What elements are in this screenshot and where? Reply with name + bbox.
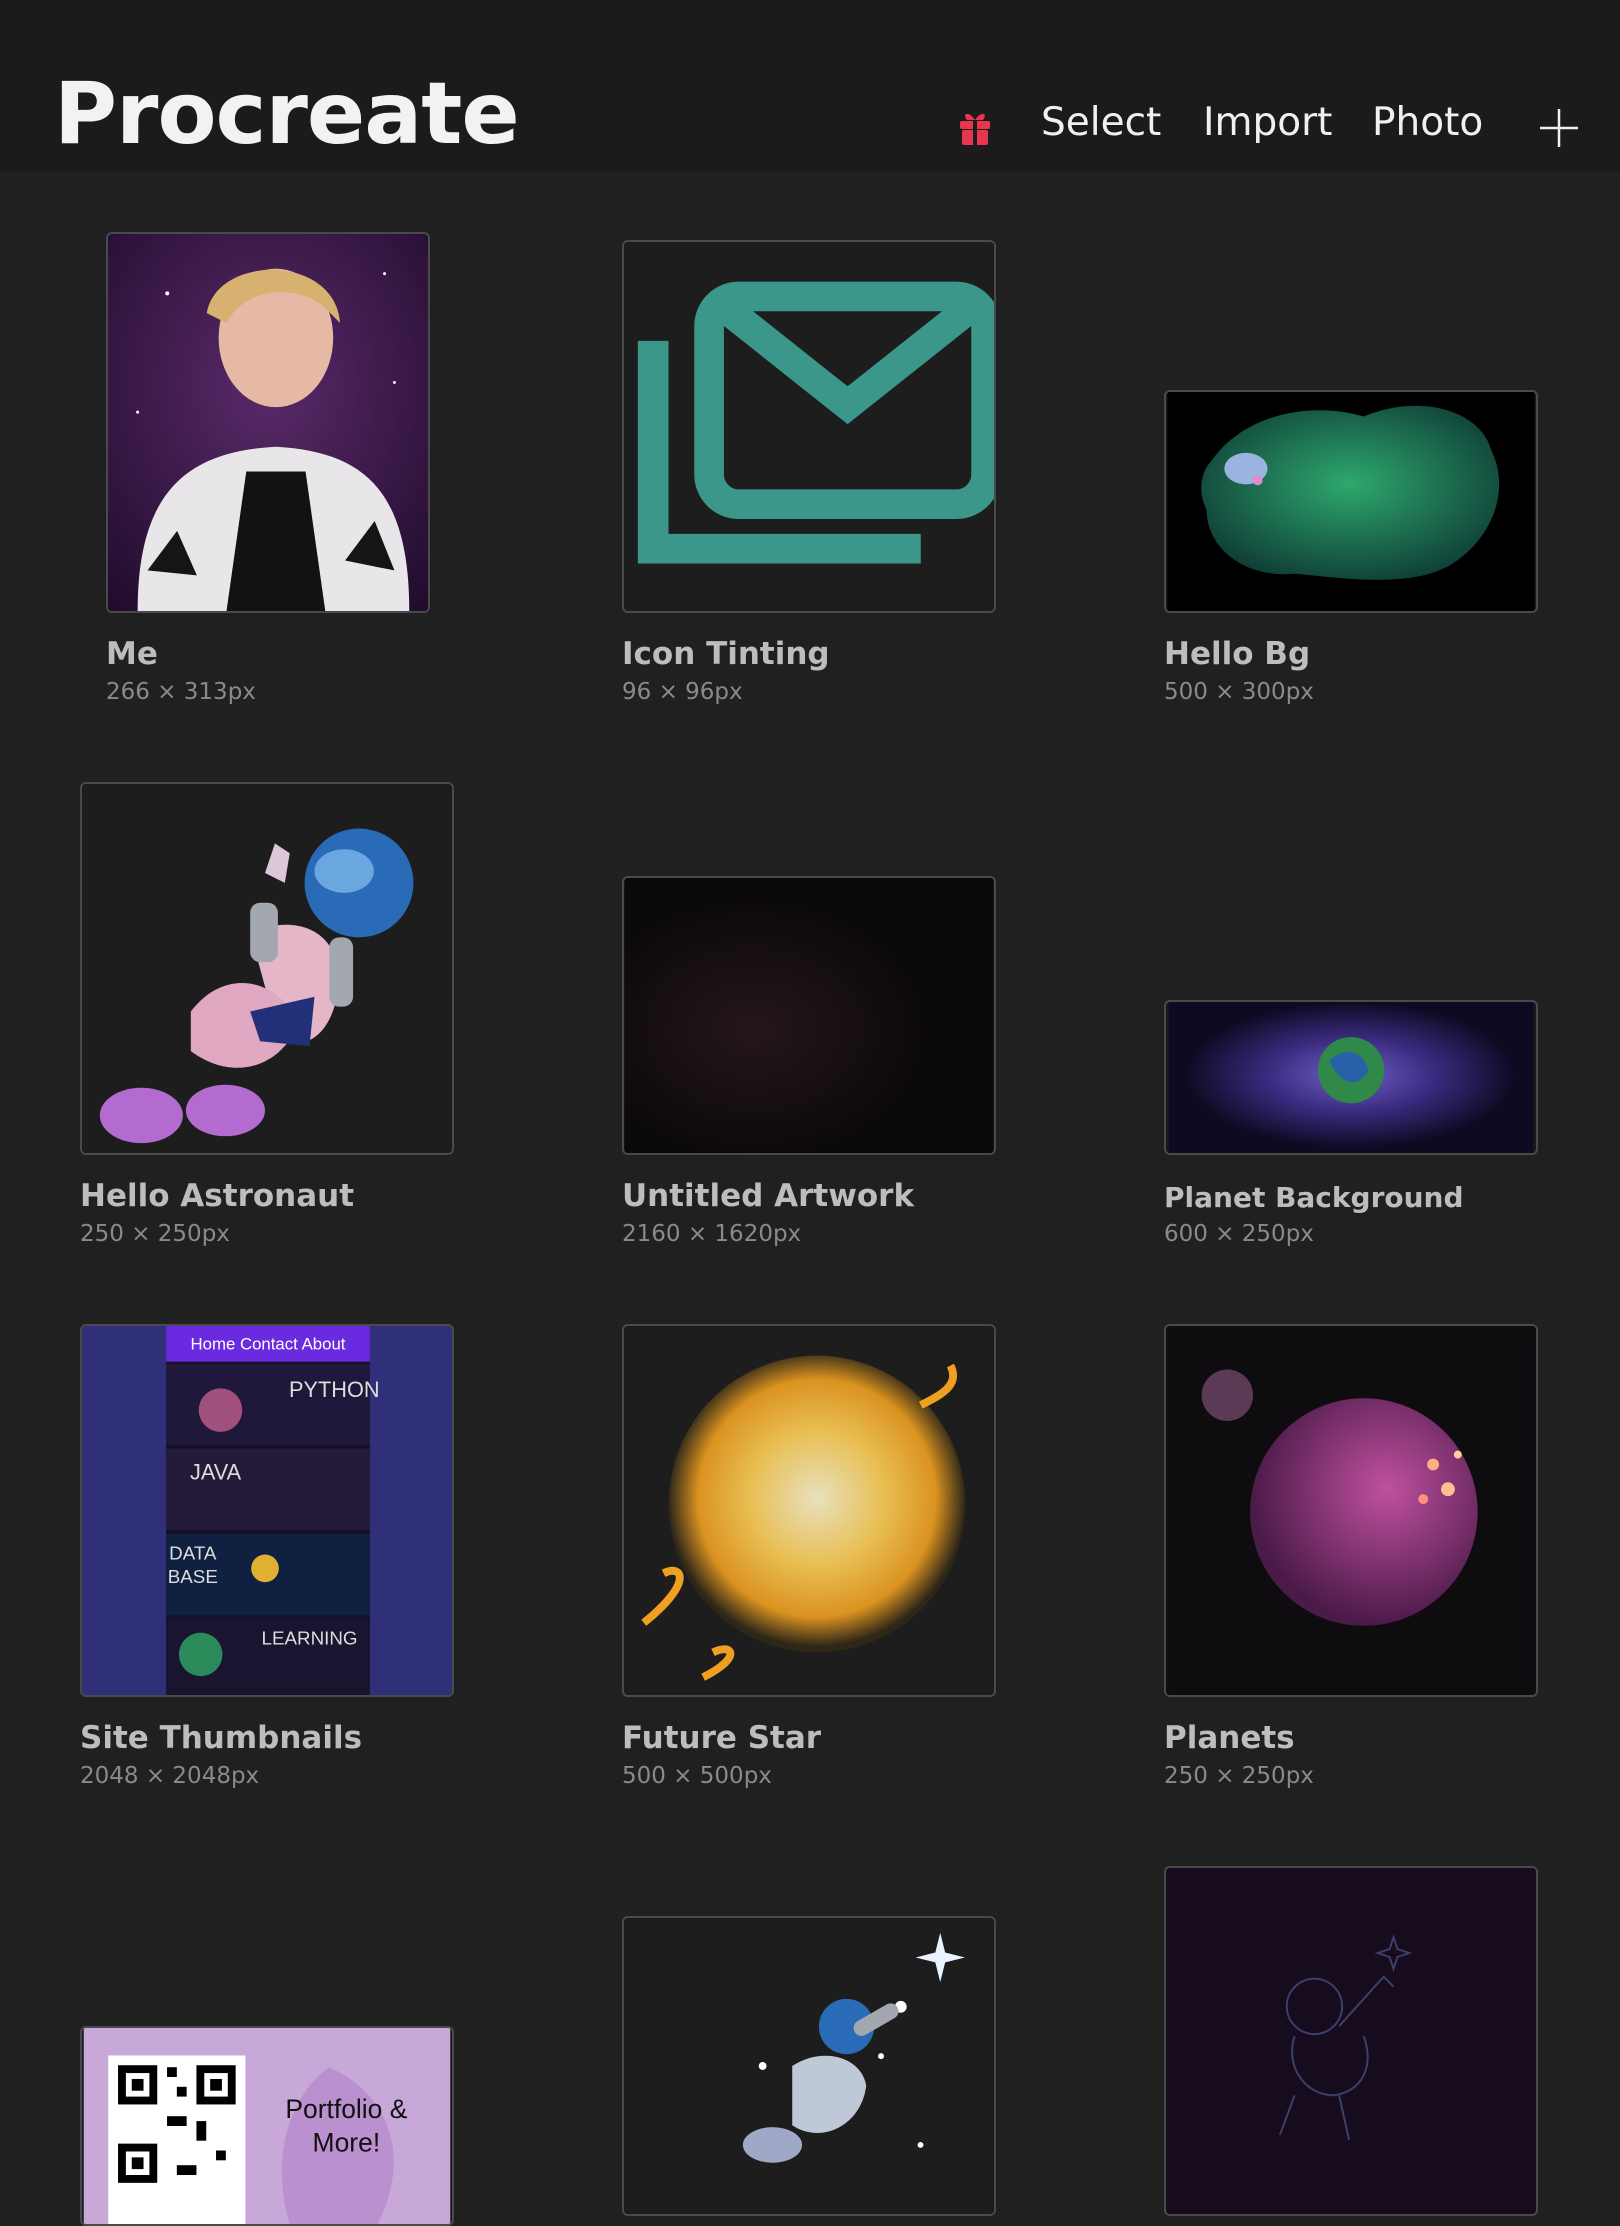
gift-icon[interactable]: [958, 108, 992, 146]
artwork-thumbnail-astronaut-stars[interactable]: [622, 1916, 996, 2216]
artwork-title: Hello Astronaut: [80, 1178, 355, 1214]
thumb-text: More!: [313, 2127, 381, 2157]
artwork-title: Me: [106, 636, 158, 672]
artwork-dimensions: 250 × 250px: [80, 1221, 230, 1247]
artwork-title: Icon Tinting: [622, 636, 830, 672]
thumb-text: DATA: [169, 1542, 217, 1563]
artwork-title: Untitled Artwork: [622, 1178, 915, 1214]
artwork-dimensions: 500 × 500px: [622, 1763, 772, 1789]
plus-icon[interactable]: [1539, 108, 1579, 148]
artwork-thumbnail-astronaut-sketch[interactable]: [1164, 1866, 1538, 2216]
thumb-text: LEARNING: [262, 1628, 358, 1649]
artwork-thumbnail-future-star[interactable]: [622, 1324, 996, 1697]
artwork-thumbnail-untitled-artwork[interactable]: [622, 876, 996, 1155]
photo-button[interactable]: Photo: [1372, 100, 1483, 145]
thumb-text: Portfolio &: [285, 2094, 407, 2124]
artwork-thumbnail-portfolio[interactable]: Portfolio & More!: [80, 2026, 454, 2226]
artwork-thumbnail-me[interactable]: [106, 232, 430, 613]
app-title: Procreate: [54, 64, 520, 164]
artwork-thumbnail-site-thumbnails[interactable]: Home Contact About PYTHON JAVA DATA BASE…: [80, 1324, 454, 1697]
artwork-dimensions: 600 × 250px: [1164, 1221, 1314, 1247]
artwork-title: Future Star: [622, 1720, 822, 1756]
artwork-thumbnail-planet-background[interactable]: [1164, 1000, 1538, 1155]
artwork-dimensions: 2160 × 1620px: [622, 1221, 802, 1247]
top-bar: Procreate Select Import Photo: [0, 0, 1620, 172]
artwork-thumbnail-hello-bg[interactable]: [1164, 390, 1538, 613]
artwork-dimensions: 250 × 250px: [1164, 1763, 1314, 1789]
artwork-thumbnail-planets[interactable]: [1164, 1324, 1538, 1697]
artwork-title: Planet Background: [1164, 1181, 1464, 1214]
artwork-dimensions: 96 × 96px: [622, 679, 743, 705]
artwork-title: Site Thumbnails: [80, 1720, 363, 1756]
artwork-thumbnail-hello-astronaut[interactable]: [80, 782, 454, 1155]
thumb-text: PYTHON: [289, 1377, 380, 1402]
artwork-thumbnail-icon-tinting[interactable]: [622, 240, 996, 613]
thumb-text: Home Contact About: [190, 1335, 345, 1354]
artwork-title: Planets: [1164, 1720, 1295, 1756]
select-button[interactable]: Select: [1041, 100, 1161, 145]
import-button[interactable]: Import: [1203, 100, 1332, 145]
artwork-dimensions: 500 × 300px: [1164, 679, 1314, 705]
thumb-text: BASE: [168, 1566, 218, 1587]
artwork-dimensions: 2048 × 2048px: [80, 1763, 260, 1789]
artwork-title: Hello Bg: [1164, 636, 1311, 672]
thumb-text: JAVA: [190, 1459, 242, 1484]
artwork-dimensions: 266 × 313px: [106, 679, 256, 705]
